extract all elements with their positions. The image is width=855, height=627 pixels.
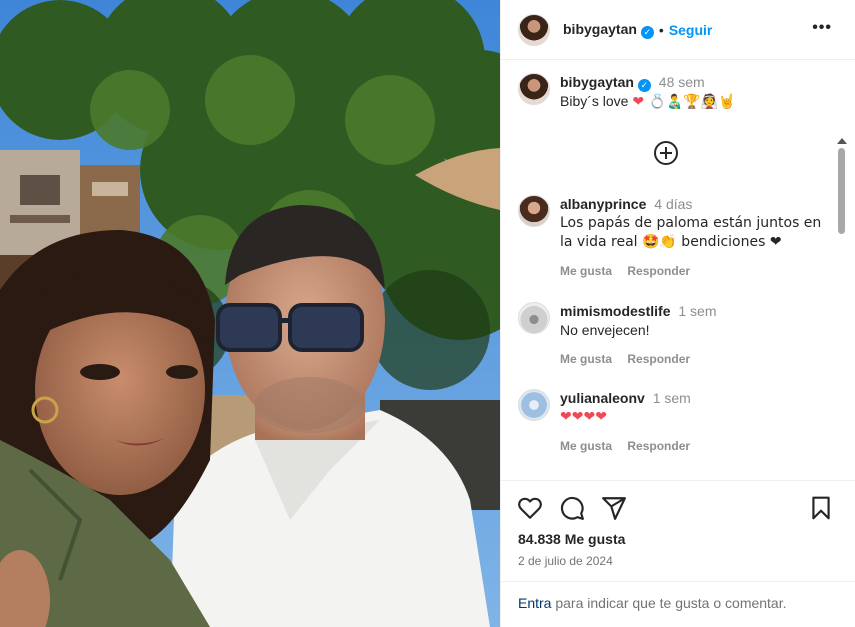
caption-username[interactable]: bibygaytan: [560, 74, 634, 90]
comments-scrollbar[interactable]: [836, 138, 847, 480]
author-avatar[interactable]: [518, 73, 550, 105]
comment-reply-button[interactable]: Responder: [627, 264, 690, 278]
author-avatar[interactable]: [518, 13, 550, 46]
comment-reply-button[interactable]: Responder: [627, 439, 690, 453]
comment-text: No envejecen!: [560, 322, 650, 338]
post-photo[interactable]: [0, 0, 500, 627]
speech-bubble-icon[interactable]: [559, 495, 585, 521]
comment-reply-button[interactable]: Responder: [627, 352, 690, 366]
comment-body: albanyprince 4 días Los papás de paloma …: [560, 195, 830, 281]
comment-like-button[interactable]: Me gusta: [560, 439, 612, 453]
login-prompt-text: para indicar que te gusta o comentar.: [551, 595, 787, 611]
selfie-image: [0, 0, 500, 627]
comment-username[interactable]: mimismodestlife: [560, 303, 670, 319]
post-header: bibygaytan ✓ • Seguir •••: [501, 0, 855, 60]
comment-timestamp[interactable]: 4 días: [654, 196, 692, 212]
comment-like-button[interactable]: Me gusta: [560, 264, 612, 278]
comment-username[interactable]: yulianaleonv: [560, 390, 645, 406]
commenter-avatar[interactable]: [518, 302, 550, 334]
author-username-text[interactable]: bibygaytan: [563, 21, 637, 37]
caption-timestamp[interactable]: 48 sem: [659, 74, 705, 90]
caption-emojis: ❤ 💍👨‍🍼🏆👰🤘: [632, 94, 736, 110]
more-options-icon[interactable]: •••: [812, 20, 832, 36]
login-link[interactable]: Entra: [518, 595, 551, 611]
comment-body: yulianaleonv 1 sem ❤❤❤❤ Me gusta Respond…: [560, 389, 830, 456]
comment-username[interactable]: albanyprince: [560, 196, 646, 212]
caption-body: bibygaytan ✓ 48 sem Biby´s love ❤ 💍👨‍🍼🏆👰🤘: [560, 73, 830, 112]
comment-body: mimismodestlife 1 sem No envejecen! Me g…: [560, 302, 830, 369]
paper-plane-icon[interactable]: [601, 495, 627, 521]
likes-count[interactable]: 84.838 Me gusta: [518, 531, 625, 547]
comments-list[interactable]: bibygaytan ✓ 48 sem Biby´s love ❤ 💍👨‍🍼🏆👰🤘…: [501, 60, 855, 480]
comment-timestamp[interactable]: 1 sem: [653, 390, 691, 406]
verified-badge-icon: ✓: [640, 25, 654, 39]
bookmark-icon[interactable]: [808, 495, 834, 521]
post-date[interactable]: 2 de julio de 2024: [518, 554, 613, 568]
commenter-avatar[interactable]: [518, 195, 550, 227]
heart-icon[interactable]: [517, 495, 543, 521]
separator-dot: •: [658, 21, 664, 38]
login-prompt: Entra para indicar que te gusta o coment…: [501, 581, 855, 611]
comment-timestamp[interactable]: 1 sem: [678, 303, 716, 319]
verified-badge-icon: ✓: [637, 79, 651, 92]
follow-button[interactable]: Seguir: [669, 22, 713, 38]
scroll-up-arrow-icon[interactable]: [837, 138, 847, 144]
post-actions-bar: 84.838 Me gusta 2 de julio de 2024 Entra…: [501, 480, 855, 627]
scroll-thumb[interactable]: [838, 148, 845, 234]
comment-text: ❤❤❤❤: [560, 409, 607, 425]
comment-like-button[interactable]: Me gusta: [560, 352, 612, 366]
post-side-panel: bibygaytan ✓ • Seguir ••• bibygaytan ✓ 48 …: [500, 0, 855, 627]
author-username[interactable]: bibygaytan ✓: [563, 21, 654, 39]
commenter-avatar[interactable]: [518, 389, 550, 421]
caption-text: Biby´s love: [560, 93, 629, 109]
plus-circle-icon[interactable]: [654, 141, 678, 165]
comment-text: Los papás de paloma están juntos en la v…: [560, 215, 822, 250]
